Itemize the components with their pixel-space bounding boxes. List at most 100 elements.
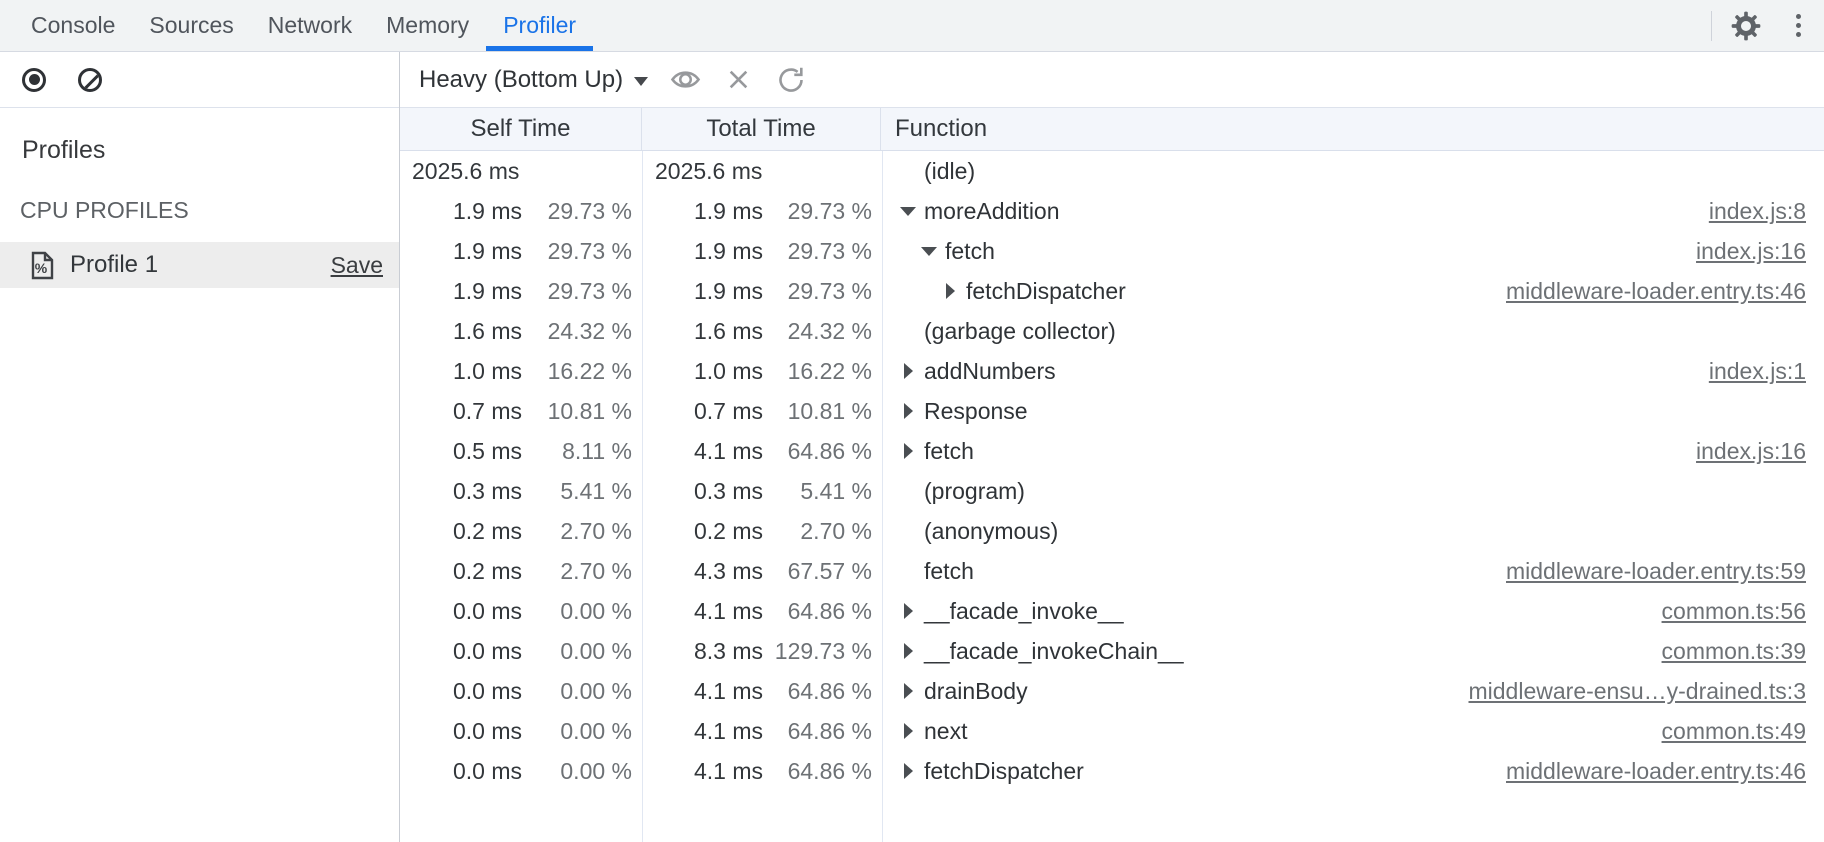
function-name: fetchDispatcher bbox=[966, 278, 1126, 305]
expand-arrow-icon[interactable] bbox=[904, 683, 913, 699]
total-time-cell-percent: 10.81 % bbox=[763, 398, 883, 425]
table-row[interactable]: 0.2 ms2.70 %0.2 ms2.70 %(anonymous) bbox=[400, 511, 1824, 551]
self-time-cell-ms: 0.7 ms bbox=[400, 398, 522, 425]
self-time-cell: 1.6 ms24.32 % bbox=[400, 318, 643, 345]
table-row[interactable]: 1.9 ms29.73 %1.9 ms29.73 %fetchindex.js:… bbox=[400, 231, 1824, 271]
source-link[interactable]: middleware-loader.entry.ts:46 bbox=[1486, 758, 1806, 785]
function-cell: fetchDispatcher middleware-loader.entry.t… bbox=[883, 278, 1824, 305]
refresh-icon bbox=[776, 65, 806, 95]
column-header-self-time[interactable]: Self Time bbox=[400, 108, 642, 150]
source-link[interactable]: middleware-loader.entry.ts:59 bbox=[1486, 558, 1806, 585]
self-time-cell-percent: 0.00 % bbox=[522, 598, 643, 625]
clear-profiles-button[interactable] bbox=[74, 64, 106, 96]
total-time-cell-ms: 1.6 ms bbox=[643, 318, 763, 345]
close-icon bbox=[726, 67, 751, 92]
table-row[interactable]: 0.5 ms8.11 %4.1 ms64.86 %fetchindex.js:1… bbox=[400, 431, 1824, 471]
expand-arrow-icon[interactable] bbox=[946, 283, 955, 299]
more-options-button[interactable] bbox=[1772, 0, 1824, 51]
self-time-cell-ms: 0.0 ms bbox=[400, 718, 522, 745]
total-time-cell: 4.1 ms64.86 % bbox=[643, 678, 883, 705]
total-time-cell-percent: 64.86 % bbox=[763, 758, 883, 785]
column-header-function[interactable]: Function bbox=[881, 108, 1824, 150]
settings-button[interactable] bbox=[1720, 0, 1772, 51]
total-time-cell-ms: 4.1 ms bbox=[643, 678, 763, 705]
source-link[interactable]: index.js:1 bbox=[1689, 358, 1806, 385]
self-time-cell: 1.9 ms29.73 % bbox=[400, 278, 643, 305]
table-row[interactable]: 0.0 ms0.00 %8.3 ms129.73 %__facade_invok… bbox=[400, 631, 1824, 671]
expand-arrow-icon[interactable] bbox=[904, 603, 913, 619]
total-time-cell-percent: 16.22 % bbox=[763, 358, 883, 385]
cpu-profiles-section-label: CPU PROFILES bbox=[20, 197, 399, 224]
function-name: __facade_invokeChain__ bbox=[924, 638, 1184, 665]
table-row[interactable]: 0.0 ms0.00 %4.1 ms64.86 %__facade_invoke… bbox=[400, 591, 1824, 631]
total-time-cell: 0.3 ms5.41 % bbox=[643, 478, 883, 505]
restore-functions-button[interactable] bbox=[775, 64, 807, 96]
collapse-arrow-icon[interactable] bbox=[921, 247, 937, 256]
self-time-cell-ms: 0.5 ms bbox=[400, 438, 522, 465]
expand-arrow-icon[interactable] bbox=[904, 723, 913, 739]
record-profile-button[interactable] bbox=[18, 64, 50, 96]
view-mode-select[interactable]: Heavy (Bottom Up) bbox=[419, 66, 648, 94]
devtools-tab-bar: ConsoleSourcesNetworkMemoryProfiler bbox=[0, 0, 1824, 52]
collapse-arrow-icon[interactable] bbox=[900, 207, 916, 216]
tree-indent bbox=[897, 643, 919, 659]
tree-indent bbox=[939, 283, 961, 299]
table-row[interactable]: 1.9 ms29.73 %1.9 ms29.73 %fetchDispatche… bbox=[400, 271, 1824, 311]
source-link[interactable]: index.js:8 bbox=[1689, 198, 1806, 225]
expand-arrow-icon[interactable] bbox=[904, 763, 913, 779]
table-row[interactable]: 0.0 ms0.00 %4.1 ms64.86 %drainBodymiddle… bbox=[400, 671, 1824, 711]
exclude-function-button[interactable] bbox=[722, 64, 754, 96]
source-link[interactable]: middleware-loader.entry.ts:46 bbox=[1486, 278, 1806, 305]
self-time-cell-percent: 29.73 % bbox=[522, 278, 643, 305]
source-link[interactable]: common.ts:49 bbox=[1642, 718, 1806, 745]
column-divider bbox=[642, 151, 643, 842]
sidebar-item-profile-1[interactable]: % Profile 1 Save bbox=[0, 242, 399, 288]
function-name: (garbage collector) bbox=[924, 318, 1116, 345]
self-time-cell-ms: 2025.6 ms bbox=[400, 158, 519, 185]
table-row[interactable]: 2025.6 ms2025.6 ms(idle) bbox=[400, 151, 1824, 191]
total-time-cell: 4.1 ms64.86 % bbox=[643, 598, 883, 625]
function-cell: __facade_invoke__common.ts:56 bbox=[883, 598, 1824, 625]
total-time-cell-ms: 4.1 ms bbox=[643, 438, 763, 465]
focus-function-button[interactable] bbox=[669, 64, 701, 96]
self-time-cell: 0.7 ms10.81 % bbox=[400, 398, 643, 425]
table-row[interactable]: 0.3 ms5.41 %0.3 ms5.41 %(program) bbox=[400, 471, 1824, 511]
expand-arrow-icon[interactable] bbox=[904, 443, 913, 459]
tree-indent bbox=[897, 403, 919, 419]
table-row[interactable]: 1.0 ms16.22 %1.0 ms16.22 %addNumbersinde… bbox=[400, 351, 1824, 391]
source-link[interactable]: middleware-ensu…y-drained.ts:3 bbox=[1449, 678, 1807, 705]
tab-sources[interactable]: Sources bbox=[132, 0, 250, 51]
table-row[interactable]: 0.0 ms0.00 %4.1 ms64.86 %nextcommon.ts:4… bbox=[400, 711, 1824, 751]
table-row[interactable]: 0.7 ms10.81 %0.7 ms10.81 %Response bbox=[400, 391, 1824, 431]
total-time-cell-ms: 1.0 ms bbox=[643, 358, 763, 385]
total-time-cell-ms: 0.7 ms bbox=[643, 398, 763, 425]
expand-arrow-icon[interactable] bbox=[904, 363, 913, 379]
tab-console[interactable]: Console bbox=[14, 0, 132, 51]
table-row[interactable]: 1.9 ms29.73 %1.9 ms29.73 %moreAdditionin… bbox=[400, 191, 1824, 231]
tab-profiler[interactable]: Profiler bbox=[486, 0, 593, 51]
source-link[interactable]: common.ts:56 bbox=[1642, 598, 1806, 625]
table-row[interactable]: 0.0 ms0.00 %4.1 ms64.86 %fetchDispatcher… bbox=[400, 751, 1824, 791]
expand-arrow-icon[interactable] bbox=[904, 643, 913, 659]
devtools-content: Profiles CPU PROFILES % Profile 1 Save bbox=[0, 52, 1824, 842]
self-time-cell-ms: 1.6 ms bbox=[400, 318, 522, 345]
table-row[interactable]: 1.6 ms24.32 %1.6 ms24.32 %(garbage colle… bbox=[400, 311, 1824, 351]
total-time-cell: 4.3 ms67.57 % bbox=[643, 558, 883, 585]
tree-indent bbox=[897, 207, 919, 216]
column-divider bbox=[882, 151, 883, 842]
profiles-sidebar: Profiles CPU PROFILES % Profile 1 Save bbox=[0, 52, 400, 842]
expand-arrow-icon[interactable] bbox=[904, 403, 913, 419]
table-row[interactable]: 0.2 ms2.70 %4.3 ms67.57 %fetchmiddleware… bbox=[400, 551, 1824, 591]
tree-indent bbox=[918, 247, 940, 256]
source-link[interactable]: common.ts:39 bbox=[1642, 638, 1806, 665]
column-header-total-time[interactable]: Total Time bbox=[642, 108, 881, 150]
source-link[interactable]: index.js:16 bbox=[1676, 238, 1806, 265]
tab-bar-spacer bbox=[593, 0, 1703, 51]
self-time-cell-percent: 29.73 % bbox=[522, 238, 643, 265]
source-link[interactable]: index.js:16 bbox=[1676, 438, 1806, 465]
total-time-cell: 2025.6 ms bbox=[643, 158, 883, 185]
tab-network[interactable]: Network bbox=[251, 0, 369, 51]
save-profile-link[interactable]: Save bbox=[331, 252, 383, 279]
function-name: fetch bbox=[924, 438, 974, 465]
tab-memory[interactable]: Memory bbox=[369, 0, 486, 51]
